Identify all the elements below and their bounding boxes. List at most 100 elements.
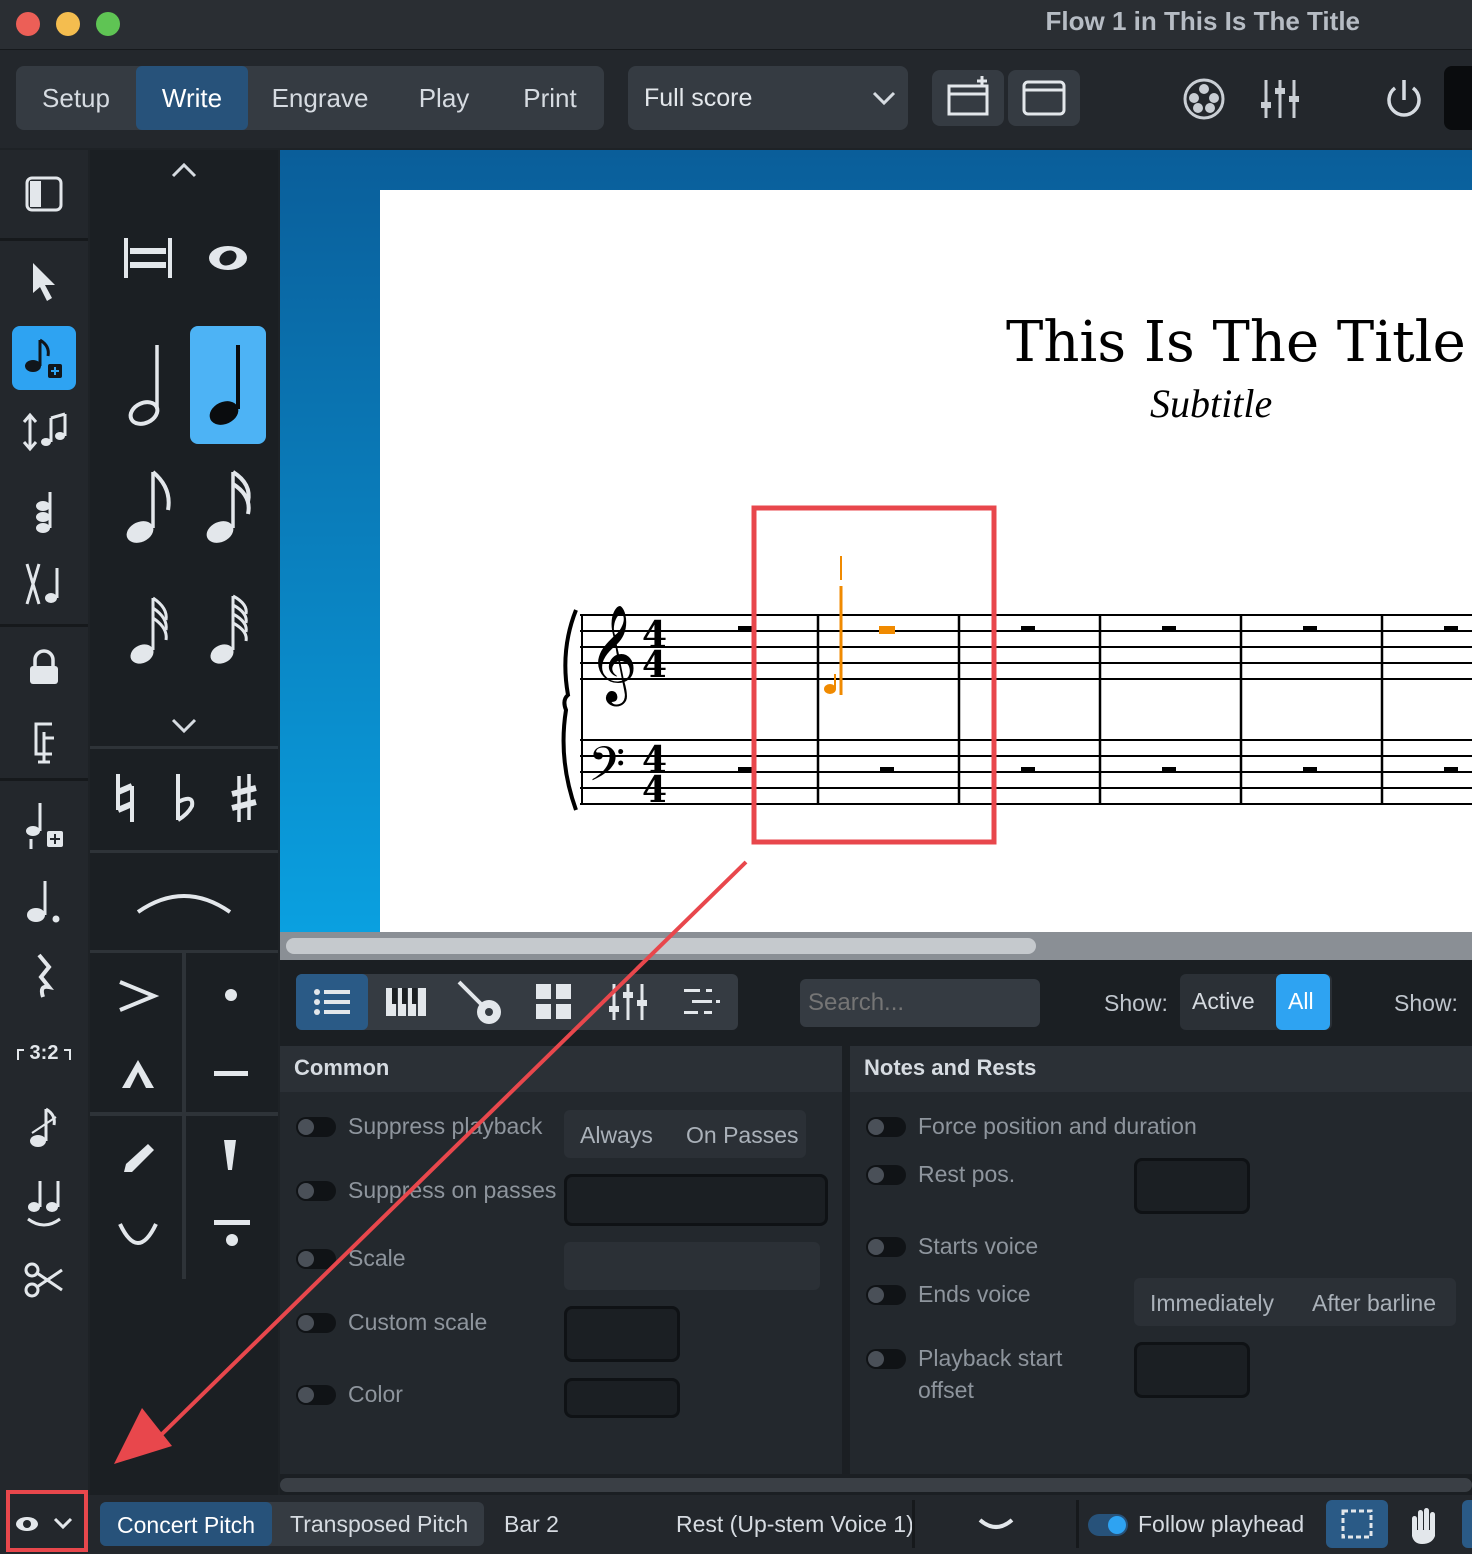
time-signature-denominator[interactable]: 4 xyxy=(642,644,667,686)
color-toggle[interactable] xyxy=(296,1385,336,1405)
custom-scale-field[interactable] xyxy=(564,1306,680,1362)
hide-panel-button[interactable] xyxy=(12,162,76,226)
slur-icon[interactable] xyxy=(132,884,236,918)
video-icon[interactable] xyxy=(1180,76,1228,122)
stress-icon[interactable] xyxy=(114,1218,162,1254)
tab-drum-pads[interactable] xyxy=(518,974,590,1030)
zoom-window-button[interactable] xyxy=(96,12,120,36)
double-whole-note-icon[interactable] xyxy=(120,234,176,282)
tenuto-icon[interactable] xyxy=(210,1064,252,1084)
option-immediately[interactable]: Immediately xyxy=(1150,1290,1274,1317)
note-input-caret[interactable] xyxy=(824,556,843,695)
grace-note-tool[interactable] xyxy=(12,792,76,856)
window-layout-button[interactable] xyxy=(1008,70,1080,126)
rest-pos-field[interactable] xyxy=(1134,1158,1250,1214)
chevron-down-icon[interactable] xyxy=(170,716,198,736)
treble-staff[interactable] xyxy=(580,614,1472,680)
grace-notes-tool[interactable] xyxy=(12,1096,76,1160)
panel-scrollbar[interactable] xyxy=(280,1478,1472,1492)
eighth-note-icon[interactable] xyxy=(120,466,176,550)
mode-write[interactable]: Write xyxy=(136,66,248,130)
whole-rest[interactable] xyxy=(1162,767,1176,773)
scale-select[interactable] xyxy=(564,1242,820,1290)
force-duration-tool[interactable] xyxy=(12,710,76,774)
cue-tool[interactable] xyxy=(12,1172,76,1236)
custom-scale-toggle[interactable] xyxy=(296,1313,336,1333)
new-tab-button[interactable] xyxy=(932,70,1004,126)
whole-rest[interactable] xyxy=(738,767,752,773)
whole-rest[interactable] xyxy=(1444,626,1458,632)
select-tool[interactable] xyxy=(12,250,76,314)
tab-fretboard[interactable] xyxy=(444,974,516,1030)
whole-rest[interactable] xyxy=(1303,767,1317,773)
sixty-fourth-note-icon[interactable] xyxy=(204,594,260,670)
notes-and-rests-header[interactable]: Notes and Rests xyxy=(850,1046,1472,1092)
scale-toggle[interactable] xyxy=(296,1249,336,1269)
search-input[interactable] xyxy=(800,979,1040,1027)
whole-note-icon[interactable] xyxy=(204,240,252,276)
chord-tool[interactable] xyxy=(12,480,76,544)
common-group-header[interactable]: Common xyxy=(280,1046,842,1092)
score-subtitle[interactable]: Subtitle xyxy=(1150,380,1272,427)
playback-start-offset-field[interactable] xyxy=(1134,1342,1250,1398)
playback-start-offset-toggle[interactable] xyxy=(866,1349,906,1369)
mixer-icon[interactable] xyxy=(1256,76,1304,122)
sharp-icon[interactable] xyxy=(228,770,260,826)
staccatissimo-wedge-icon[interactable] xyxy=(120,1140,156,1176)
scrollbar-thumb[interactable] xyxy=(286,938,1036,954)
mode-engrave[interactable]: Engrave xyxy=(248,66,392,130)
ends-voice-toggle[interactable] xyxy=(866,1285,906,1305)
toolbar-edge-button[interactable] xyxy=(1444,66,1472,130)
insert-mode-tool[interactable] xyxy=(12,400,76,464)
mode-setup[interactable]: Setup xyxy=(16,66,136,130)
tab-keyboard[interactable] xyxy=(370,974,442,1030)
option-after-barline[interactable]: After barline xyxy=(1312,1290,1436,1317)
treble-clef-icon[interactable]: 𝄞 xyxy=(588,604,638,706)
tenuto-staccato-icon[interactable] xyxy=(210,1214,254,1250)
half-note-button[interactable] xyxy=(110,326,186,444)
time-signature-denominator[interactable]: 4 xyxy=(642,769,667,811)
selected-rest[interactable] xyxy=(879,626,895,634)
sixteenth-note-icon[interactable] xyxy=(200,466,256,550)
thirty-second-note-icon[interactable] xyxy=(124,594,180,670)
layout-selector[interactable]: Full score xyxy=(628,66,908,130)
mode-play[interactable]: Play xyxy=(392,66,496,130)
eye-icon[interactable] xyxy=(14,1514,40,1534)
show-option-active[interactable]: Active xyxy=(1192,988,1255,1015)
flat-icon[interactable] xyxy=(170,770,202,826)
whole-rest[interactable] xyxy=(1303,626,1317,632)
voices-tool[interactable] xyxy=(12,552,76,616)
staccato-icon[interactable] xyxy=(220,984,242,1006)
transposed-pitch-button[interactable]: Transposed Pitch xyxy=(290,1511,468,1538)
suppress-on-passes-toggle[interactable] xyxy=(296,1181,336,1201)
tab-properties[interactable] xyxy=(296,974,368,1030)
option-always[interactable]: Always xyxy=(580,1122,653,1149)
bass-clef-icon[interactable]: 𝄢 xyxy=(588,736,625,804)
score-title[interactable]: This Is The Title xyxy=(1006,310,1466,375)
hand-tool-icon[interactable] xyxy=(1404,1504,1444,1546)
whole-rest[interactable] xyxy=(1021,767,1035,773)
lock-duration-tool[interactable] xyxy=(12,636,76,700)
staff-system[interactable]: 𝄞 𝄢 4 4 4 4 xyxy=(380,500,1472,860)
chevron-down-icon[interactable] xyxy=(52,1516,74,1532)
chevron-up-icon[interactable] xyxy=(170,160,198,180)
natural-icon[interactable] xyxy=(110,770,142,826)
rest-pos-toggle[interactable] xyxy=(866,1165,906,1185)
scissors-tool[interactable] xyxy=(12,1248,76,1312)
selection-tool-button[interactable] xyxy=(1326,1500,1388,1548)
tie-icon[interactable] xyxy=(976,1516,1016,1532)
marcato-icon[interactable] xyxy=(118,1056,158,1092)
option-on-passes[interactable]: On Passes xyxy=(686,1122,799,1149)
accent-icon[interactable] xyxy=(116,978,160,1014)
power-icon[interactable] xyxy=(1380,76,1428,122)
note-input-tool[interactable] xyxy=(12,326,76,390)
staccatissimo-icon[interactable] xyxy=(218,1136,242,1176)
whole-rest[interactable] xyxy=(880,767,894,773)
suppress-playback-toggle[interactable] xyxy=(296,1117,336,1137)
dotted-note-tool[interactable] xyxy=(12,870,76,934)
rest-tool[interactable] xyxy=(12,944,76,1008)
status-edge-button[interactable] xyxy=(1462,1500,1472,1548)
whole-rest[interactable] xyxy=(1021,626,1035,632)
whole-rest[interactable] xyxy=(1162,626,1176,632)
concert-pitch-button[interactable]: Concert Pitch xyxy=(100,1502,272,1546)
